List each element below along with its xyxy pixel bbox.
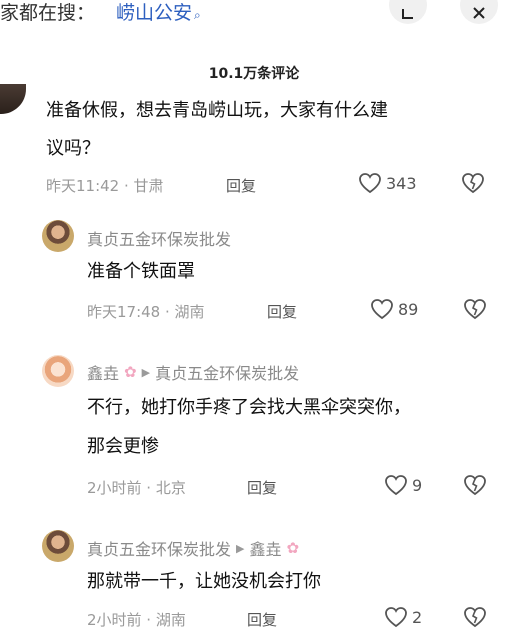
like-count: 2	[412, 607, 423, 627]
reply-username[interactable]: 真贞五金环保炭批发	[87, 226, 231, 250]
like-button[interactable]: 9	[384, 474, 422, 496]
close-icon	[473, 7, 485, 19]
heart-icon	[371, 299, 393, 320]
comment-time-location: 昨天11:42 · 甘肃	[46, 177, 164, 195]
reply-text: 准备个铁面罩	[87, 261, 195, 282]
like-button[interactable]: 2	[384, 606, 422, 628]
reply-to-username[interactable]: 真贞五金环保炭批发	[155, 360, 299, 384]
magnifier-icon: ⌕	[194, 8, 201, 22]
flower-icon: ✿	[286, 539, 300, 557]
play-arrow-icon: ▶	[141, 365, 151, 379]
comment-text-line: 准备休假，想去青岛崂山玩，大家有什么建	[46, 100, 388, 121]
reply-time-location: 2小时前 · 湖南	[87, 611, 186, 629]
reply-button[interactable]: 回复	[247, 477, 277, 498]
comment-text-line: 议吗？	[46, 138, 100, 159]
like-count: 343	[386, 173, 417, 193]
avatar[interactable]	[42, 355, 74, 387]
broken-heart-icon	[462, 173, 484, 194]
reply-username[interactable]: 真贞五金环保炭批发 ▶ 鑫垚 ✿	[87, 536, 299, 560]
broken-heart-icon	[464, 475, 486, 496]
reply-time-location: 2小时前 · 北京	[87, 479, 186, 497]
broken-heart-icon	[464, 299, 486, 320]
search-prefix: 家都在搜：	[0, 2, 96, 24]
heart-icon	[359, 173, 381, 194]
reply-username[interactable]: 鑫垚 ✿ ▶ 真贞五金环保炭批发	[87, 360, 299, 384]
avatar[interactable]	[42, 530, 74, 562]
reply-to-username[interactable]: 鑫垚	[249, 536, 281, 560]
comment-text: 准备休假，想去青岛崂山玩，大家有什么建 议吗？	[46, 96, 508, 164]
avatar[interactable]	[0, 84, 26, 114]
username-text[interactable]: 真贞五金环保炭批发	[87, 536, 231, 560]
reply-text: 那就带一千，让她没机会打你	[87, 571, 321, 592]
dislike-button[interactable]	[463, 606, 487, 628]
reply-text-line: 那会更惨	[87, 436, 159, 457]
reply-text-line: 不行，她打你手疼了会找大黑伞突突你，	[87, 397, 411, 418]
share-button[interactable]	[389, 0, 427, 24]
reply-button[interactable]: 回复	[247, 609, 277, 630]
like-button[interactable]: 343	[358, 172, 417, 194]
reply-time-location: 昨天17:48 · 湖南	[87, 303, 205, 321]
reply-button[interactable]: 回复	[226, 175, 256, 196]
share-icon	[402, 9, 413, 19]
search-query-link[interactable]: 崂山公安 ⌕	[116, 0, 201, 25]
like-button[interactable]: 89	[370, 298, 418, 320]
dislike-button[interactable]	[463, 474, 487, 496]
like-count: 9	[412, 475, 423, 495]
search-query-text[interactable]: 崂山公安	[116, 2, 192, 24]
reply-text: 不行，她打你手疼了会找大黑伞突突你， 那会更惨	[87, 393, 508, 462]
username-text[interactable]: 鑫垚	[87, 360, 119, 384]
avatar[interactable]	[42, 220, 74, 252]
close-button[interactable]	[460, 0, 498, 24]
like-count: 89	[398, 299, 419, 319]
username-text[interactable]: 真贞五金环保炭批发	[87, 226, 231, 250]
dislike-button[interactable]	[461, 172, 485, 194]
reply-button[interactable]: 回复	[267, 301, 297, 322]
play-arrow-icon: ▶	[236, 541, 245, 555]
comments-count-title: 10.1万条评论	[208, 66, 300, 82]
heart-icon	[385, 475, 407, 496]
flower-icon: ✿	[124, 363, 137, 381]
dislike-button[interactable]	[463, 298, 487, 320]
broken-heart-icon	[464, 607, 486, 628]
top-bar: 家都在搜： 崂山公安 ⌕	[0, 0, 508, 28]
heart-icon	[385, 607, 407, 628]
